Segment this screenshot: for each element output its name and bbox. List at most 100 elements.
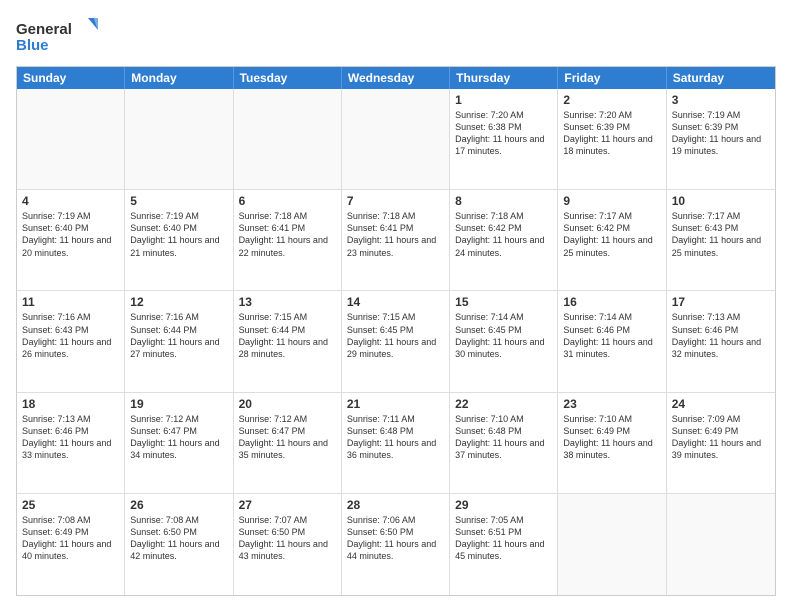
calendar-cell: 16 Sunrise: 7:14 AMSunset: 6:46 PMDaylig… xyxy=(558,291,666,391)
day-number: 9 xyxy=(563,194,660,208)
logo: General Blue xyxy=(16,16,106,58)
day-info: Sunrise: 7:19 AMSunset: 6:39 PMDaylight:… xyxy=(672,109,770,158)
day-info: Sunrise: 7:19 AMSunset: 6:40 PMDaylight:… xyxy=(130,210,227,259)
day-number: 26 xyxy=(130,498,227,512)
calendar-cell xyxy=(667,494,775,595)
calendar-cell: 14 Sunrise: 7:15 AMSunset: 6:45 PMDaylig… xyxy=(342,291,450,391)
calendar-cell: 20 Sunrise: 7:12 AMSunset: 6:47 PMDaylig… xyxy=(234,393,342,493)
calendar-header-saturday: Saturday xyxy=(667,67,775,89)
day-info: Sunrise: 7:20 AMSunset: 6:38 PMDaylight:… xyxy=(455,109,552,158)
day-number: 25 xyxy=(22,498,119,512)
calendar-header-sunday: Sunday xyxy=(17,67,125,89)
day-number: 5 xyxy=(130,194,227,208)
day-number: 18 xyxy=(22,397,119,411)
day-number: 10 xyxy=(672,194,770,208)
day-info: Sunrise: 7:10 AMSunset: 6:49 PMDaylight:… xyxy=(563,413,660,462)
day-info: Sunrise: 7:15 AMSunset: 6:44 PMDaylight:… xyxy=(239,311,336,360)
day-number: 24 xyxy=(672,397,770,411)
day-number: 6 xyxy=(239,194,336,208)
calendar-cell: 7 Sunrise: 7:18 AMSunset: 6:41 PMDayligh… xyxy=(342,190,450,290)
day-info: Sunrise: 7:17 AMSunset: 6:43 PMDaylight:… xyxy=(672,210,770,259)
calendar-cell: 27 Sunrise: 7:07 AMSunset: 6:50 PMDaylig… xyxy=(234,494,342,595)
calendar-cell: 13 Sunrise: 7:15 AMSunset: 6:44 PMDaylig… xyxy=(234,291,342,391)
svg-text:Blue: Blue xyxy=(16,37,49,54)
day-info: Sunrise: 7:14 AMSunset: 6:46 PMDaylight:… xyxy=(563,311,660,360)
day-info: Sunrise: 7:18 AMSunset: 6:41 PMDaylight:… xyxy=(347,210,444,259)
day-info: Sunrise: 7:13 AMSunset: 6:46 PMDaylight:… xyxy=(22,413,119,462)
day-info: Sunrise: 7:16 AMSunset: 6:44 PMDaylight:… xyxy=(130,311,227,360)
calendar-header-monday: Monday xyxy=(125,67,233,89)
calendar-cell: 23 Sunrise: 7:10 AMSunset: 6:49 PMDaylig… xyxy=(558,393,666,493)
day-info: Sunrise: 7:08 AMSunset: 6:49 PMDaylight:… xyxy=(22,514,119,563)
day-number: 13 xyxy=(239,295,336,309)
calendar-body: 1 Sunrise: 7:20 AMSunset: 6:38 PMDayligh… xyxy=(17,89,775,595)
day-number: 2 xyxy=(563,93,660,107)
calendar-cell xyxy=(125,89,233,189)
day-number: 15 xyxy=(455,295,552,309)
calendar-header-tuesday: Tuesday xyxy=(234,67,342,89)
calendar-row-4: 25 Sunrise: 7:08 AMSunset: 6:49 PMDaylig… xyxy=(17,494,775,595)
calendar-cell: 10 Sunrise: 7:17 AMSunset: 6:43 PMDaylig… xyxy=(667,190,775,290)
calendar-cell xyxy=(234,89,342,189)
day-number: 27 xyxy=(239,498,336,512)
day-number: 20 xyxy=(239,397,336,411)
day-info: Sunrise: 7:18 AMSunset: 6:42 PMDaylight:… xyxy=(455,210,552,259)
calendar-cell: 2 Sunrise: 7:20 AMSunset: 6:39 PMDayligh… xyxy=(558,89,666,189)
calendar-row-0: 1 Sunrise: 7:20 AMSunset: 6:38 PMDayligh… xyxy=(17,89,775,190)
day-info: Sunrise: 7:12 AMSunset: 6:47 PMDaylight:… xyxy=(239,413,336,462)
day-number: 8 xyxy=(455,194,552,208)
calendar-cell: 5 Sunrise: 7:19 AMSunset: 6:40 PMDayligh… xyxy=(125,190,233,290)
svg-text:General: General xyxy=(16,21,72,38)
calendar-cell: 25 Sunrise: 7:08 AMSunset: 6:49 PMDaylig… xyxy=(17,494,125,595)
calendar-cell: 28 Sunrise: 7:06 AMSunset: 6:50 PMDaylig… xyxy=(342,494,450,595)
day-number: 17 xyxy=(672,295,770,309)
day-number: 22 xyxy=(455,397,552,411)
calendar-cell xyxy=(342,89,450,189)
day-info: Sunrise: 7:13 AMSunset: 6:46 PMDaylight:… xyxy=(672,311,770,360)
calendar-cell: 19 Sunrise: 7:12 AMSunset: 6:47 PMDaylig… xyxy=(125,393,233,493)
calendar-cell: 24 Sunrise: 7:09 AMSunset: 6:49 PMDaylig… xyxy=(667,393,775,493)
day-info: Sunrise: 7:09 AMSunset: 6:49 PMDaylight:… xyxy=(672,413,770,462)
calendar-cell: 9 Sunrise: 7:17 AMSunset: 6:42 PMDayligh… xyxy=(558,190,666,290)
day-number: 23 xyxy=(563,397,660,411)
day-number: 16 xyxy=(563,295,660,309)
calendar-cell: 22 Sunrise: 7:10 AMSunset: 6:48 PMDaylig… xyxy=(450,393,558,493)
day-info: Sunrise: 7:11 AMSunset: 6:48 PMDaylight:… xyxy=(347,413,444,462)
day-info: Sunrise: 7:15 AMSunset: 6:45 PMDaylight:… xyxy=(347,311,444,360)
generalblue-logo-icon: General Blue xyxy=(16,16,106,58)
day-number: 19 xyxy=(130,397,227,411)
calendar-cell: 1 Sunrise: 7:20 AMSunset: 6:38 PMDayligh… xyxy=(450,89,558,189)
calendar-cell: 8 Sunrise: 7:18 AMSunset: 6:42 PMDayligh… xyxy=(450,190,558,290)
calendar-cell: 15 Sunrise: 7:14 AMSunset: 6:45 PMDaylig… xyxy=(450,291,558,391)
day-number: 4 xyxy=(22,194,119,208)
calendar-header-friday: Friday xyxy=(558,67,666,89)
day-info: Sunrise: 7:17 AMSunset: 6:42 PMDaylight:… xyxy=(563,210,660,259)
page: General Blue SundayMondayTuesdayWednesda… xyxy=(0,0,792,612)
day-number: 12 xyxy=(130,295,227,309)
day-number: 3 xyxy=(672,93,770,107)
calendar-header-thursday: Thursday xyxy=(450,67,558,89)
calendar-row-1: 4 Sunrise: 7:19 AMSunset: 6:40 PMDayligh… xyxy=(17,190,775,291)
day-number: 21 xyxy=(347,397,444,411)
calendar-row-3: 18 Sunrise: 7:13 AMSunset: 6:46 PMDaylig… xyxy=(17,393,775,494)
calendar: SundayMondayTuesdayWednesdayThursdayFrid… xyxy=(16,66,776,596)
day-number: 29 xyxy=(455,498,552,512)
calendar-header: SundayMondayTuesdayWednesdayThursdayFrid… xyxy=(17,67,775,89)
calendar-cell: 17 Sunrise: 7:13 AMSunset: 6:46 PMDaylig… xyxy=(667,291,775,391)
calendar-row-2: 11 Sunrise: 7:16 AMSunset: 6:43 PMDaylig… xyxy=(17,291,775,392)
calendar-cell: 12 Sunrise: 7:16 AMSunset: 6:44 PMDaylig… xyxy=(125,291,233,391)
day-info: Sunrise: 7:16 AMSunset: 6:43 PMDaylight:… xyxy=(22,311,119,360)
calendar-cell: 21 Sunrise: 7:11 AMSunset: 6:48 PMDaylig… xyxy=(342,393,450,493)
calendar-cell xyxy=(17,89,125,189)
calendar-cell: 3 Sunrise: 7:19 AMSunset: 6:39 PMDayligh… xyxy=(667,89,775,189)
day-info: Sunrise: 7:14 AMSunset: 6:45 PMDaylight:… xyxy=(455,311,552,360)
day-info: Sunrise: 7:12 AMSunset: 6:47 PMDaylight:… xyxy=(130,413,227,462)
day-info: Sunrise: 7:10 AMSunset: 6:48 PMDaylight:… xyxy=(455,413,552,462)
day-number: 11 xyxy=(22,295,119,309)
day-info: Sunrise: 7:19 AMSunset: 6:40 PMDaylight:… xyxy=(22,210,119,259)
day-info: Sunrise: 7:06 AMSunset: 6:50 PMDaylight:… xyxy=(347,514,444,563)
day-number: 1 xyxy=(455,93,552,107)
day-number: 28 xyxy=(347,498,444,512)
day-info: Sunrise: 7:08 AMSunset: 6:50 PMDaylight:… xyxy=(130,514,227,563)
day-info: Sunrise: 7:20 AMSunset: 6:39 PMDaylight:… xyxy=(563,109,660,158)
